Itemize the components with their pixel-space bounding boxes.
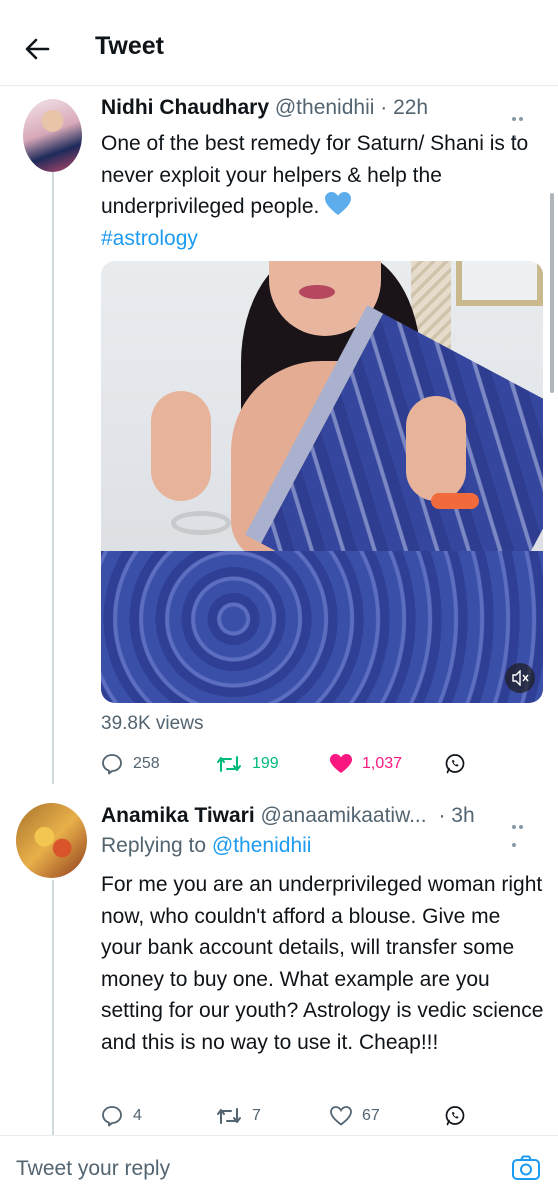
tweet-actions: 258 199 1,037 (101, 749, 541, 779)
share-button[interactable] (444, 1101, 466, 1131)
retweet-icon (217, 1108, 241, 1124)
mute-icon (512, 670, 529, 686)
back-arrow-icon[interactable] (22, 34, 52, 64)
share-button[interactable] (444, 749, 466, 779)
scrollbar[interactable] (550, 193, 554, 393)
retweet-button[interactable]: 199 (216, 749, 279, 779)
reply-input[interactable] (16, 1154, 486, 1184)
share-icon (445, 754, 465, 774)
reply-count: 4 (133, 1107, 142, 1124)
author-handle[interactable]: @anaamikaatiw... (261, 804, 427, 827)
mute-button[interactable] (505, 663, 535, 693)
video-frame-saree (101, 551, 543, 703)
blue-heart-icon (325, 192, 352, 215)
video-frame-bangle (171, 511, 231, 535)
reply-author-line: Anamika Tiwari @anaamikaatiw... · 3h (101, 804, 475, 828)
like-button[interactable]: 1,037 (330, 749, 402, 779)
hashtag-link[interactable]: #astrology (101, 227, 198, 250)
reply-button[interactable]: 4 (101, 1101, 142, 1131)
page-title: Tweet (95, 32, 164, 60)
retweet-count: 7 (252, 1107, 261, 1124)
like-icon (330, 1106, 352, 1126)
share-icon (445, 1106, 465, 1126)
wall-mirror (456, 261, 543, 306)
video-frame-hand-right (406, 396, 466, 501)
retweet-icon (217, 756, 241, 772)
reply-button[interactable]: 258 (101, 749, 160, 779)
reply-composer (0, 1135, 558, 1200)
replying-label: Replying to (101, 834, 207, 857)
thread-line (52, 172, 54, 784)
more-icon[interactable] (512, 108, 532, 139)
reply-actions: 4 7 67 (101, 1101, 541, 1131)
avatar[interactable] (16, 803, 87, 878)
video-frame-lips (299, 285, 335, 299)
thread-line (52, 880, 54, 1140)
reply-text: For me you are an underprivileged woman … (101, 873, 544, 1054)
author-name[interactable]: Anamika Tiwari (101, 804, 255, 827)
tweet-body: One of the best remedy for Saturn/ Shani… (101, 132, 529, 218)
retweet-button[interactable]: 7 (216, 1101, 261, 1131)
author-name[interactable]: Nidhi Chaudhary (101, 96, 269, 119)
replying-to-handle[interactable]: @thenidhii (212, 834, 312, 857)
tweet-author-line: Nidhi Chaudhary @thenidhii · 22h (101, 96, 428, 120)
camera-icon[interactable] (510, 1152, 542, 1184)
reply-count: 258 (133, 755, 160, 772)
like-button[interactable]: 67 (330, 1101, 380, 1131)
like-count: 67 (362, 1107, 380, 1124)
tweet-text: One of the best remedy for Saturn/ Shani… (101, 128, 546, 254)
author-handle[interactable]: @thenidhii (275, 96, 375, 119)
tweet-time[interactable]: · 22h (380, 96, 428, 119)
reply-icon (102, 754, 122, 775)
like-count: 1,037 (362, 755, 403, 772)
like-icon (330, 754, 352, 773)
video-frame-hand-left (151, 391, 211, 501)
tweet-time[interactable]: · 3h (438, 804, 474, 827)
avatar[interactable] (23, 99, 82, 172)
retweet-count: 199 (252, 755, 279, 772)
video-frame-band (431, 493, 479, 509)
top-bar: Tweet (0, 0, 558, 86)
tweet-video[interactable] (101, 261, 543, 703)
replying-to: Replying to @thenidhii (101, 834, 311, 858)
reply-icon (102, 1106, 122, 1127)
view-count[interactable]: 39.8K views (101, 713, 203, 735)
more-icon[interactable] (512, 816, 532, 847)
